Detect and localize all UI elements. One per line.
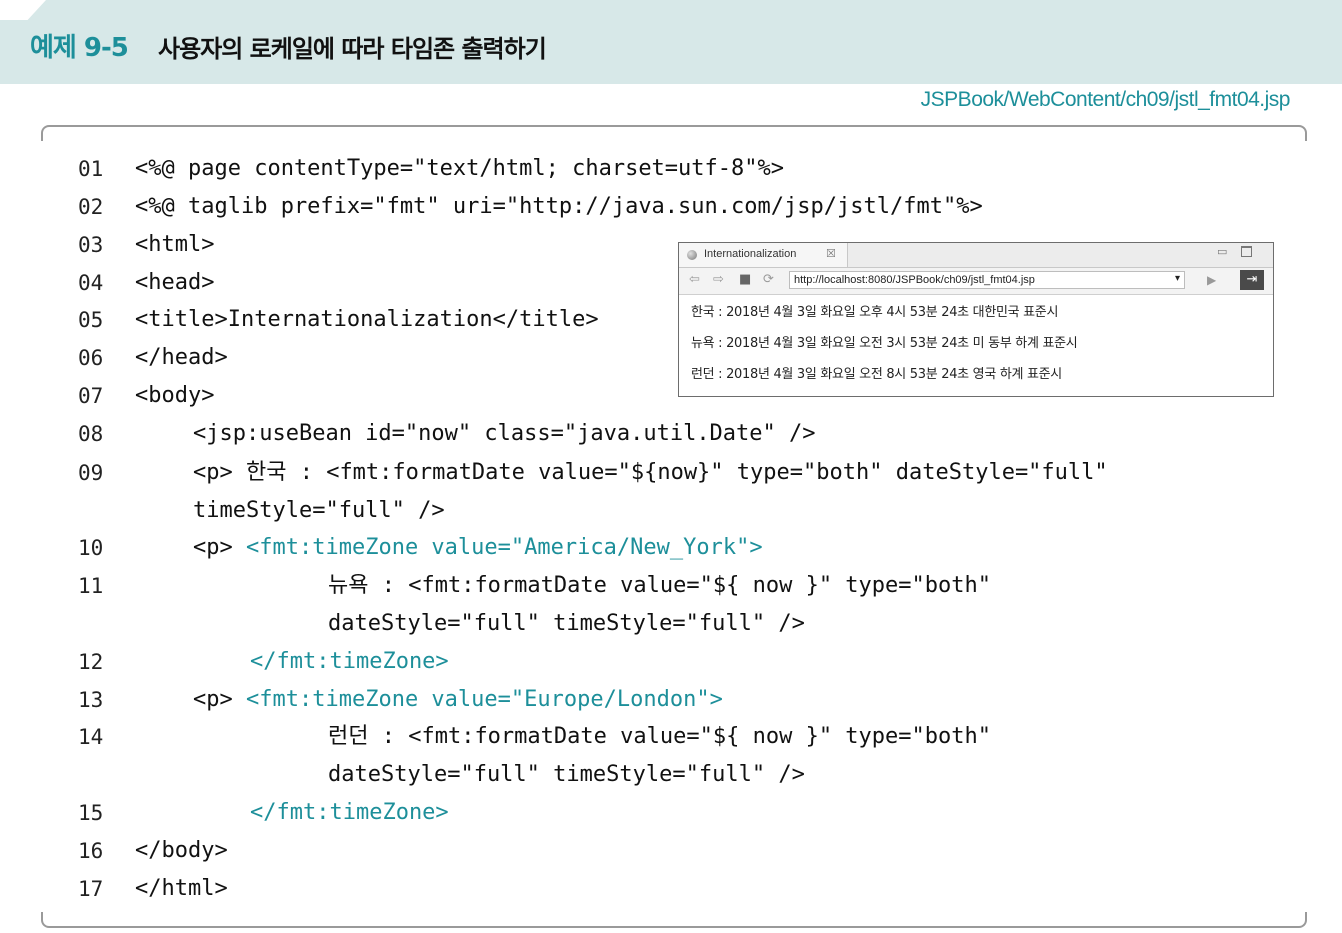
code-line-highlight: </fmt:timeZone>	[250, 800, 449, 825]
browser-window: Internationalization ☒ ▭ ⇦ ⇨ ■ ⟳ http://…	[678, 242, 1274, 397]
back-icon[interactable]: ⇦	[689, 272, 700, 287]
line-number: 04	[78, 271, 104, 295]
forward-icon[interactable]: ⇨	[713, 272, 724, 287]
line-number: 12	[78, 650, 104, 674]
browser-tab-bar: Internationalization ☒ ▭	[679, 243, 1273, 268]
code-line: </html>	[135, 876, 228, 901]
code-line: <p>	[193, 687, 246, 712]
line-number: 10	[78, 536, 104, 560]
example-header-band: 예제 9-5 사용자의 로케일에 따라 타임존 출력하기	[0, 0, 1342, 84]
url-field[interactable]: http://localhost:8080/JSPBook/ch09/jstl_…	[789, 271, 1185, 289]
line-number: 06	[78, 346, 104, 370]
code-line: <html>	[135, 232, 215, 257]
code-frame-top	[41, 125, 1307, 141]
line-number: 15	[78, 801, 104, 825]
code-line: <jsp:useBean id="now" class="java.util.D…	[193, 421, 816, 446]
browser-tab-title: Internationalization	[704, 248, 797, 260]
line-number: 14	[78, 725, 104, 749]
code-line: <title>Internationalization</title>	[135, 307, 599, 332]
line-number: 09	[78, 461, 104, 485]
code-line: </body>	[135, 838, 228, 863]
line-number: 16	[78, 839, 104, 863]
example-title: 사용자의 로케일에 따라 타임존 출력하기	[158, 35, 547, 63]
line-number: 07	[78, 384, 104, 408]
chevron-down-icon[interactable]: ▾	[1175, 273, 1180, 284]
stop-icon[interactable]: ■	[739, 272, 751, 287]
output-line-newyork: 뉴욕 : 2018년 4월 3일 화요일 오전 3시 53분 24초 미 동부 …	[691, 336, 1078, 351]
code-frame-bottom	[41, 912, 1307, 928]
code-line-continuation: dateStyle="full" timeStyle="full" />	[328, 762, 805, 787]
code-line-highlight: <fmt:timeZone value="America/New_York">	[246, 535, 763, 560]
line-number: 17	[78, 877, 104, 901]
code-line: <p>	[193, 535, 246, 560]
browser-nav-bar: ⇦ ⇨ ■ ⟳ http://localhost:8080/JSPBook/ch…	[679, 268, 1273, 295]
code-line: <%@ page contentType="text/html; charset…	[135, 156, 785, 181]
code-line: <body>	[135, 383, 215, 408]
code-line-continuation: timeStyle="full" />	[193, 498, 445, 523]
go-icon[interactable]: ▶	[1207, 273, 1216, 287]
refresh-icon[interactable]: ⟳	[763, 272, 774, 287]
code-line-continuation: dateStyle="full" timeStyle="full" />	[328, 611, 805, 636]
line-number: 08	[78, 422, 104, 446]
code-line-highlight: </fmt:timeZone>	[250, 649, 449, 674]
line-number: 03	[78, 233, 104, 257]
output-line-london: 런던 : 2018년 4월 3일 화요일 오전 8시 53분 24초 영국 하계…	[691, 367, 1062, 382]
line-number: 02	[78, 195, 104, 219]
open-external-icon[interactable]: ⇥	[1240, 270, 1264, 290]
code-line: 뉴욕 : <fmt:formatDate value="${ now }" ty…	[328, 573, 992, 598]
globe-icon	[687, 250, 697, 260]
close-icon[interactable]: ☒	[826, 247, 836, 260]
header-notch	[0, 0, 46, 20]
line-number: 01	[78, 157, 104, 181]
example-label: 예제 9-5	[30, 33, 129, 63]
code-line: <p> 한국 : <fmt:formatDate value="${now}" …	[193, 460, 1108, 485]
code-line-highlight: <fmt:timeZone value="Europe/London">	[246, 687, 723, 712]
url-text: http://localhost:8080/JSPBook/ch09/jstl_…	[794, 274, 1035, 286]
line-number: 13	[78, 688, 104, 712]
minimize-icon[interactable]: ▭	[1217, 245, 1227, 258]
code-line: <%@ taglib prefix="fmt" uri="http://java…	[135, 194, 983, 219]
code-line: <head>	[135, 270, 215, 295]
code-line: 런던 : <fmt:formatDate value="${ now }" ty…	[328, 724, 992, 749]
maximize-icon[interactable]	[1241, 246, 1252, 257]
browser-tab[interactable]: Internationalization ☒	[679, 243, 848, 267]
code-line: </head>	[135, 345, 228, 370]
output-line-korea: 한국 : 2018년 4월 3일 화요일 오후 4시 53분 24초 대한민국 …	[691, 305, 1059, 320]
line-number: 11	[78, 574, 104, 598]
file-path: JSPBook/WebContent/ch09/jstl_fmt04.jsp	[920, 88, 1291, 111]
line-number: 05	[78, 308, 104, 332]
